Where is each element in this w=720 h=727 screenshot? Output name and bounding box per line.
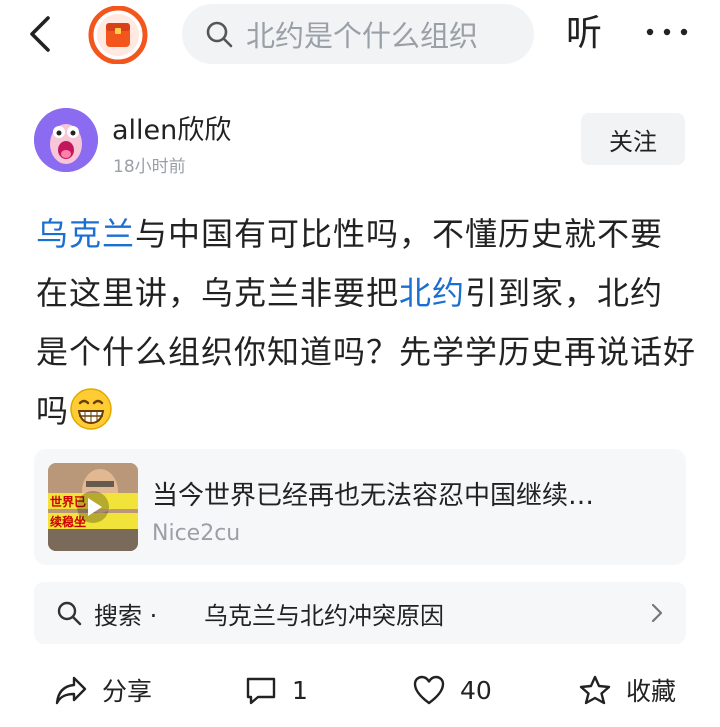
more-options-icon[interactable] xyxy=(644,20,690,44)
like-count: 40 xyxy=(460,675,492,705)
search-icon xyxy=(206,21,233,48)
topic-link-nato[interactable]: 北约 xyxy=(399,274,465,312)
thumbnail-image: 世界已 续稳坐 xyxy=(48,463,138,551)
related-search-bar[interactable]: 搜索 · 乌克兰与北约冲突原因 xyxy=(34,582,686,644)
search-query-text: 北约是个什么组织 xyxy=(246,19,479,53)
post-body: 乌克兰与中国有可比性吗，不懂历史就不要在这里讲，乌克兰非要把北约引到家，北约是个… xyxy=(36,205,696,441)
favorite-button[interactable]: 收藏 xyxy=(578,670,676,710)
like-button[interactable]: 40 xyxy=(412,670,492,710)
related-search-query: 乌克兰与北约冲突原因 xyxy=(204,602,444,630)
heart-icon xyxy=(413,675,445,705)
grinning-emoji-icon xyxy=(70,388,112,430)
linked-video-card[interactable]: 世界已 续稳坐 当今世界已经再也无法容忍中国继续… Nice2cu xyxy=(34,449,686,565)
app-logo-icon[interactable] xyxy=(86,6,150,64)
card-source: Nice2cu xyxy=(152,521,241,546)
avatar-image xyxy=(34,108,98,172)
topic-link-ukraine[interactable]: 乌克兰 xyxy=(36,215,135,253)
post-timestamp: 18小时前 xyxy=(113,157,186,177)
search-bar[interactable]: 北约是个什么组织 xyxy=(182,4,534,64)
comment-icon xyxy=(246,677,276,705)
share-label: 分享 xyxy=(102,677,153,706)
listen-button[interactable]: 听 xyxy=(566,10,602,58)
favorite-label: 收藏 xyxy=(626,677,677,706)
share-icon xyxy=(55,676,87,705)
search-icon xyxy=(57,601,82,626)
author-name[interactable]: allen欣欣 xyxy=(112,108,231,147)
author-avatar[interactable] xyxy=(34,108,98,172)
chevron-right-icon xyxy=(651,603,663,623)
comment-button[interactable]: 1 xyxy=(244,670,308,710)
video-thumbnail: 世界已 续稳坐 xyxy=(48,463,138,551)
comment-count: 1 xyxy=(292,675,308,705)
card-title: 当今世界已经再也无法容忍中国继续… xyxy=(152,481,595,511)
star-icon xyxy=(579,675,611,705)
back-arrow-icon[interactable] xyxy=(22,14,62,54)
related-search-prefix: 搜索 · xyxy=(94,602,158,630)
follow-button[interactable]: 关注 xyxy=(581,113,685,165)
share-button[interactable]: 分享 xyxy=(54,670,152,710)
